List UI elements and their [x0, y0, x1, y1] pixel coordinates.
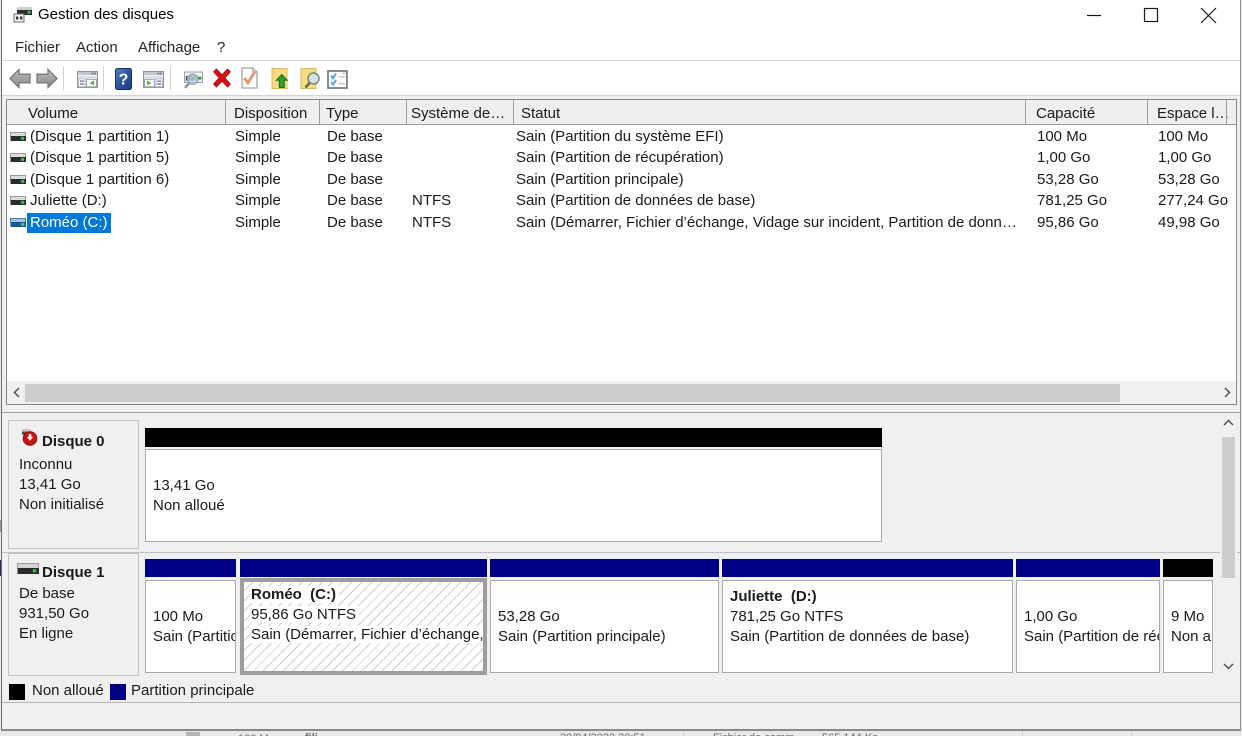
svg-text:?: ? — [119, 72, 129, 89]
